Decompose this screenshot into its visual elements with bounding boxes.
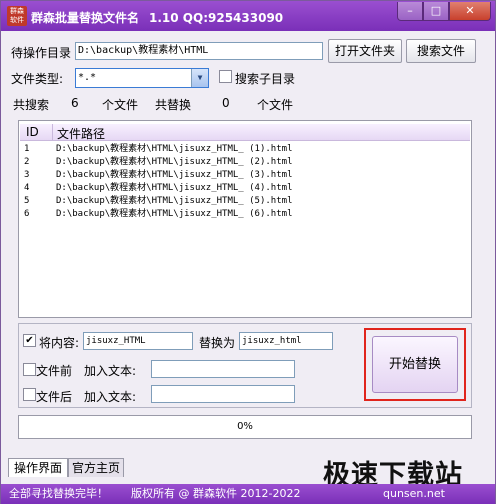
close-icon: ✕	[465, 4, 475, 17]
chevron-down-icon[interactable]: ▼	[191, 69, 208, 87]
file-list[interactable]: ID 文件路径 1 D:\backup\教程素材\HTML\jisuxz_HTML…	[18, 120, 472, 318]
checkmark-icon: ✔	[25, 335, 34, 346]
search-files-button[interactable]: 搜索文件	[406, 39, 476, 63]
row-id: 3	[24, 170, 30, 180]
content-input[interactable]: jisuxz_HTML	[83, 332, 193, 350]
replaced-count: 0	[222, 96, 230, 110]
window-title: 群森批量替换文件名 1.10 QQ:925433090	[31, 9, 283, 26]
row-path: D:\backup\教程素材\HTML\jisuxz_HTML_ (4).htm…	[56, 183, 293, 193]
close-button[interactable]: ✕	[449, 2, 491, 21]
search-subdir-checkbox[interactable]	[219, 70, 232, 83]
directory-input[interactable]: D:\backup\教程素材\HTML	[75, 42, 323, 60]
row-path: D:\backup\教程素材\HTML\jisuxz_HTML_ (6).htm…	[56, 209, 293, 219]
maximize-icon: □	[430, 4, 442, 17]
row-id: 2	[24, 157, 30, 167]
start-replace-button[interactable]: 开始替换	[372, 336, 458, 393]
prefix-add-label: 加入文本:	[84, 364, 137, 378]
progress-bar: 0%	[18, 415, 472, 439]
suffix-input[interactable]	[151, 385, 295, 403]
minimize-icon: –	[407, 4, 413, 17]
app-name: 群森批量替换文件名	[31, 11, 140, 25]
searched-label: 共搜索	[13, 98, 50, 112]
column-divider	[52, 124, 53, 141]
suffix-label: 文件后	[36, 390, 73, 404]
column-id[interactable]: ID	[26, 125, 39, 139]
list-header: ID 文件路径	[20, 124, 470, 141]
minimize-button[interactable]: –	[397, 2, 423, 21]
row-path: D:\backup\教程素材\HTML\jisuxz_HTML_ (5).htm…	[56, 196, 293, 206]
filetype-value: *.*	[78, 72, 97, 83]
column-path[interactable]: 文件路径	[57, 125, 105, 142]
replaced-unit: 个文件	[257, 98, 294, 112]
row-id: 6	[24, 209, 30, 219]
app-logo-icon: 群森软件	[7, 6, 27, 26]
directory-label: 待操作目录	[11, 46, 72, 60]
status-message: 全部寻找替换完毕！	[9, 487, 108, 500]
searched-unit: 个文件	[102, 98, 139, 112]
status-copyright: 版权所有 @ 群森软件 2012-2022	[131, 487, 301, 500]
row-path: D:\backup\教程素材\HTML\jisuxz_HTML_ (1).htm…	[56, 144, 293, 154]
filetype-select[interactable]: *.* ▼	[75, 68, 209, 88]
replaced-label: 共替换	[155, 98, 192, 112]
maximize-button[interactable]: □	[423, 2, 449, 21]
row-path: D:\backup\教程素材\HTML\jisuxz_HTML_ (3).htm…	[56, 170, 293, 180]
suffix-add-label: 加入文本:	[84, 390, 137, 404]
app-window: 群森软件 群森批量替换文件名 1.10 QQ:925433090 – □ ✕ 待操…	[0, 0, 496, 504]
open-folder-button[interactable]: 打开文件夹	[328, 39, 402, 63]
row-id: 4	[24, 183, 30, 193]
prefix-label: 文件前	[36, 364, 73, 378]
row-id: 5	[24, 196, 30, 206]
row-id: 1	[24, 144, 30, 154]
title-bar[interactable]: 群森软件 群森批量替换文件名 1.10 QQ:925433090 – □ ✕	[1, 1, 495, 31]
row-path: D:\backup\教程素材\HTML\jisuxz_HTML_ (2).htm…	[56, 157, 293, 167]
progress-text: 0%	[237, 421, 253, 432]
app-version: 1.10 QQ:925433090	[149, 11, 284, 25]
replace-with-label: 替换为	[199, 336, 236, 350]
watermark-domain: qunsen.net	[383, 487, 445, 500]
searched-count: 6	[71, 96, 79, 110]
prefix-checkbox[interactable]	[23, 363, 36, 376]
tab-operation[interactable]: 操作界面	[8, 458, 68, 477]
tab-homepage[interactable]: 官方主页	[68, 458, 124, 477]
prefix-input[interactable]	[151, 360, 295, 378]
suffix-checkbox[interactable]	[23, 388, 36, 401]
filetype-label: 文件类型:	[11, 72, 64, 86]
content-checkbox[interactable]: ✔	[23, 334, 36, 347]
content-label: 将内容:	[39, 336, 80, 350]
start-button-highlight: 开始替换	[364, 328, 466, 401]
replace-with-input[interactable]: jisuxz_html	[239, 332, 333, 350]
search-subdir-label: 搜索子目录	[235, 72, 296, 86]
